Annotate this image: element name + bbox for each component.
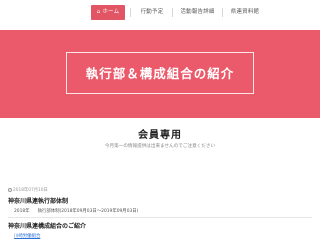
nav-divider <box>130 8 131 17</box>
executive-heading: 神奈川県連執行部体制 <box>8 198 69 205</box>
executive-year: 2018年 <box>14 209 30 214</box>
unions-heading: 神奈川県連構成組合のご紹介 <box>8 223 87 230</box>
divider <box>8 217 312 218</box>
members-title: 会員専用 <box>138 130 182 141</box>
nav-home[interactable]: ⌂ ホーム <box>91 5 125 20</box>
post-date: 2018年07月10日 <box>8 187 48 193</box>
nav-home-label: ホーム <box>102 9 120 15</box>
clock-icon <box>8 187 12 192</box>
home-icon: ⌂ <box>96 9 101 15</box>
hero-title-frame: 執行部＆構成組合の紹介 <box>66 52 254 94</box>
executive-row: 2018年 執行部体制(2018年09月03日～2019年09月03日) <box>14 208 138 214</box>
nav-archive[interactable]: 県連資料館 <box>223 5 267 20</box>
post-date-text: 2018年07月10日 <box>13 188 48 193</box>
union-link[interactable]: 川崎労働組合 <box>14 233 40 239</box>
members-note: 今月第一の情報提供は出来ませんのでご注意ください <box>104 144 216 149</box>
top-navigation: ⌂ ホーム 行動予定 活動報告詳細 県連資料館 <box>0 0 320 30</box>
nav-schedule[interactable]: 行動予定 <box>132 5 172 20</box>
nav-activity-report[interactable]: 活動報告詳細 <box>173 5 222 20</box>
nav-schedule-label: 行動予定 <box>140 9 164 15</box>
hero-banner: 執行部＆構成組合の紹介 <box>0 30 320 118</box>
nav-archive-label: 県連資料館 <box>230 9 260 15</box>
executive-term: 執行部体制(2018年09月03日～2019年09月03日) <box>37 209 139 214</box>
nav-activity-report-label: 活動報告詳細 <box>180 9 215 15</box>
hero-title: 執行部＆構成組合の紹介 <box>85 66 235 81</box>
